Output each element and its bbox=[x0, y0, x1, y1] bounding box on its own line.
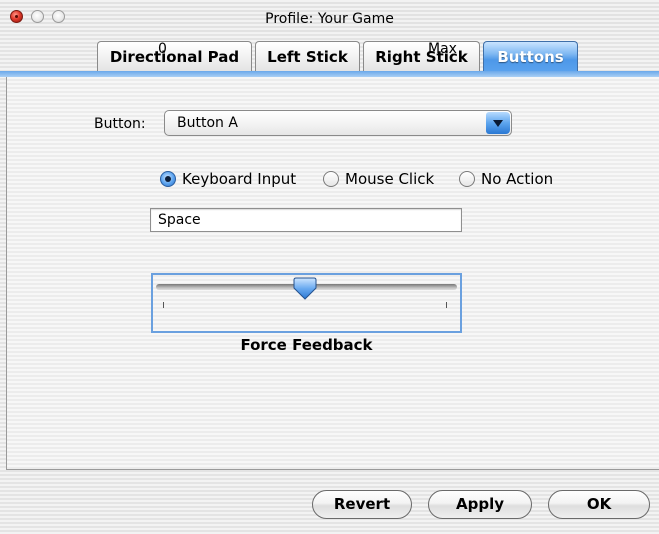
ok-button[interactable]: OK bbox=[548, 490, 650, 519]
force-feedback-slider[interactable] bbox=[151, 273, 462, 333]
title-bar[interactable]: Profile: Your Game bbox=[0, 0, 659, 33]
force-feedback-title: Force Feedback bbox=[240, 336, 373, 354]
button-select-popup[interactable]: Button A bbox=[164, 110, 512, 136]
radio-unselected-icon[interactable] bbox=[459, 171, 475, 187]
radio-no-action-label: No Action bbox=[481, 170, 554, 188]
revert-button[interactable]: Revert bbox=[312, 490, 412, 519]
slider-tick-max bbox=[446, 302, 447, 308]
slider-tick-min bbox=[163, 302, 164, 308]
window-title: Profile: Your Game bbox=[265, 11, 394, 27]
slider-max-label: Max bbox=[428, 41, 457, 57]
radio-keyboard-input-label: Keyboard Input bbox=[182, 170, 297, 188]
tab-directional-pad[interactable]: Directional Pad bbox=[97, 41, 252, 72]
button-select-label: Button: bbox=[94, 116, 146, 132]
tab-bar: Directional Pad Left Stick Right Stick B… bbox=[97, 41, 581, 72]
apply-button[interactable]: Apply bbox=[428, 490, 532, 519]
radio-mouse-click[interactable]: Mouse Click bbox=[323, 170, 434, 188]
radio-mouse-click-label: Mouse Click bbox=[345, 170, 435, 188]
button-select-value: Button A bbox=[177, 115, 238, 131]
slider-thumb-icon[interactable] bbox=[293, 276, 317, 300]
tab-left-stick[interactable]: Left Stick bbox=[255, 41, 360, 72]
slider-min-label: 0 bbox=[158, 41, 167, 57]
tab-right-stick[interactable]: Right Stick bbox=[363, 41, 480, 72]
chevron-down-icon[interactable] bbox=[486, 112, 510, 134]
radio-unselected-icon[interactable] bbox=[323, 171, 339, 187]
keyboard-input-field[interactable] bbox=[150, 208, 462, 232]
tab-buttons[interactable]: Buttons bbox=[483, 41, 578, 72]
radio-no-action[interactable]: No Action bbox=[459, 170, 553, 188]
radio-keyboard-input[interactable]: Keyboard Input bbox=[160, 170, 296, 188]
radio-selected-icon[interactable] bbox=[160, 171, 176, 187]
